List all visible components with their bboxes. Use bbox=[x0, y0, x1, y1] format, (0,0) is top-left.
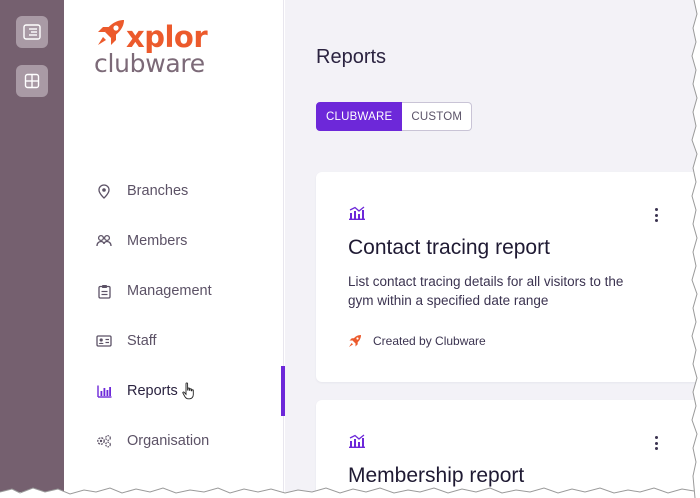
tab-clubware[interactable]: CLUBWARE bbox=[316, 102, 403, 131]
sidebar-item-management[interactable]: Management bbox=[64, 266, 284, 316]
sidebar-item-label: Management bbox=[127, 283, 212, 299]
menu-collapse-icon bbox=[23, 24, 41, 40]
card-title[interactable]: Contact tracing report bbox=[348, 236, 550, 260]
bar-chart-icon bbox=[96, 383, 112, 399]
report-card[interactable]: Membership report bbox=[316, 400, 700, 498]
menu-collapse-button[interactable] bbox=[16, 16, 48, 48]
kebab-menu-icon[interactable] bbox=[655, 436, 659, 453]
sidebar: xplor clubware Branches Members Manageme… bbox=[64, 0, 285, 492]
kebab-menu-icon[interactable] bbox=[655, 208, 659, 225]
hand-pointer-cursor-icon bbox=[182, 382, 194, 400]
page-title: Reports bbox=[316, 46, 387, 68]
rocket-icon bbox=[349, 335, 361, 347]
sidebar-item-members[interactable]: Members bbox=[64, 216, 284, 266]
report-chart-icon bbox=[349, 434, 365, 448]
id-card-icon bbox=[96, 333, 112, 349]
card-title[interactable]: Membership report bbox=[348, 464, 524, 488]
torn-edge-right bbox=[691, 0, 700, 498]
report-card[interactable]: Contact tracing report List contact trac… bbox=[316, 172, 700, 382]
sidebar-item-organisation[interactable]: Organisation bbox=[64, 416, 284, 466]
sidebar-item-label: Members bbox=[127, 233, 188, 249]
main-content: Reports CLUBWARE CUSTOM Contact tracing … bbox=[285, 0, 700, 498]
sidebar-item-branches[interactable]: Branches bbox=[64, 166, 284, 216]
report-source-toggle: CLUBWARE CUSTOM bbox=[316, 102, 473, 131]
torn-edge-bottom bbox=[0, 487, 700, 498]
sidebar-item-label: Branches bbox=[127, 183, 189, 199]
grid-icon bbox=[24, 73, 40, 89]
sidebar-item-label: Organisation bbox=[127, 433, 210, 449]
clipboard-icon bbox=[96, 283, 112, 299]
tab-custom[interactable]: CUSTOM bbox=[402, 102, 473, 131]
rocket-icon bbox=[98, 20, 124, 45]
card-description: List contact tracing details for all vis… bbox=[348, 274, 624, 308]
brand-name-xplor: xplor bbox=[126, 20, 208, 54]
sidebar-nav: Branches Members Management Staff Report… bbox=[64, 166, 285, 466]
sidebar-item-label: Reports bbox=[127, 383, 178, 399]
card-created-by: Created by Clubware bbox=[348, 334, 486, 348]
members-icon bbox=[96, 233, 112, 249]
report-chart-icon bbox=[349, 206, 365, 220]
created-by-label: Created by Clubware bbox=[373, 334, 486, 348]
sidebar-item-label: Staff bbox=[127, 333, 157, 349]
gears-icon bbox=[96, 433, 112, 449]
sidebar-item-staff[interactable]: Staff bbox=[64, 316, 284, 366]
sidebar-item-reports[interactable]: Reports bbox=[64, 366, 285, 416]
app-rail bbox=[0, 0, 64, 492]
grid-button[interactable] bbox=[16, 65, 48, 97]
location-pin-icon bbox=[96, 183, 112, 199]
brand-name-clubware: clubware bbox=[94, 49, 205, 78]
